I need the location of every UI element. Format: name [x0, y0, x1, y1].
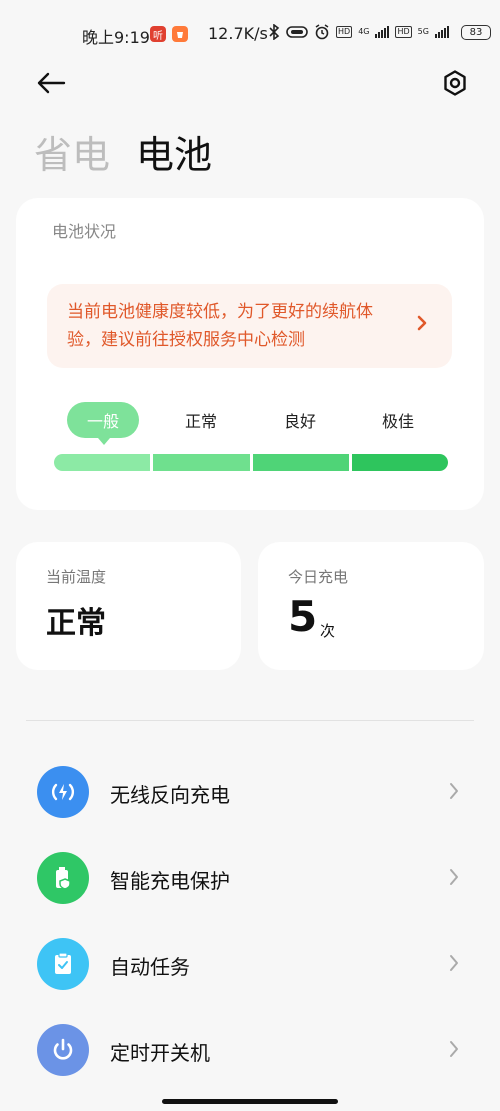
health-level-segment [54, 454, 151, 471]
menu-item-auto-tasks[interactable]: 自动任务 [0, 925, 500, 1005]
health-level-segment [153, 454, 250, 471]
chevron-right-icon [450, 1041, 458, 1057]
home-indicator[interactable] [162, 1099, 338, 1104]
menu-item-label: 智能充电保护 [110, 869, 230, 893]
battery-status-card: 电池状况 当前电池健康度较低，为了更好的续航体验，建议前往授权服务中心检测 一般… [16, 198, 484, 510]
menu-item-label: 自动任务 [110, 955, 190, 979]
health-level-label: 良好 [283, 412, 316, 431]
health-level-labels: 一般 正常 良好 极佳 [54, 402, 448, 438]
battery-health-alert-text: 当前电池健康度较低，为了更好的续航体验，建议前往授权服务中心检测 [67, 302, 373, 350]
health-level-bar [54, 454, 448, 471]
health-level-label: 正常 [184, 412, 217, 431]
status-time: 晚上9:19 [82, 28, 150, 47]
settings-button[interactable] [436, 64, 474, 102]
current-level-pointer [98, 438, 110, 445]
health-level-segment [252, 454, 349, 471]
page-tabs: 省电 电池 [34, 124, 212, 179]
wireless-charging-icon [51, 783, 75, 801]
battery-status-title: 电池状况 [52, 222, 117, 241]
alarm-icon [315, 24, 329, 40]
app-notification-icon: 听 [150, 26, 166, 42]
health-level-label: 极佳 [381, 412, 414, 431]
clipboard-check-icon [55, 952, 71, 974]
hd-icon: HD [395, 26, 412, 38]
menu-item-wireless-reverse-charging[interactable]: 无线反向充电 [0, 753, 500, 833]
menu-item-label: 定时开关机 [110, 1041, 210, 1065]
shopping-notification-icon [172, 26, 188, 42]
tab-battery[interactable]: 电池 [136, 124, 212, 179]
temperature-value: 正常 [46, 606, 106, 641]
charging-count: 5 [288, 592, 318, 641]
menu-icon-bg [37, 766, 89, 818]
chevron-right-icon [450, 869, 458, 885]
chevron-right-icon [450, 955, 458, 971]
gear-icon [444, 70, 466, 96]
nfc-icon [286, 26, 308, 38]
health-level-segment [351, 454, 448, 471]
power-icon [53, 1038, 73, 1060]
hd-icon: HD [336, 26, 353, 38]
back-button[interactable] [30, 66, 72, 100]
menu-item-scheduled-power[interactable]: 定时开关机 [0, 1011, 500, 1091]
chevron-right-icon [450, 783, 458, 799]
tab-power-saving[interactable]: 省电 [34, 124, 110, 179]
signal-icon [434, 26, 449, 38]
network-speed: 12.7K/s [208, 24, 268, 43]
back-arrow-icon [37, 72, 66, 94]
charging-title: 今日充电 [288, 568, 349, 586]
network-type-5g: 5G [417, 27, 429, 36]
network-type-4g: 4G [358, 27, 370, 36]
menu-item-smart-charging-protection[interactable]: 智能充电保护 [0, 839, 500, 919]
menu-item-label: 无线反向充电 [110, 783, 230, 807]
temperature-card: 当前温度 正常 [16, 542, 241, 670]
chevron-right-icon [417, 315, 427, 331]
signal-icon [375, 26, 390, 38]
divider [26, 720, 474, 721]
status-icons: HD 4G HD 5G 83 [268, 24, 491, 40]
battery-health-alert[interactable]: 当前电池健康度较低，为了更好的续航体验，建议前往授权服务中心检测 [47, 284, 452, 368]
menu-icon-bg [37, 1024, 89, 1076]
bluetooth-icon [269, 24, 280, 40]
status-bar: 晚上9:19 听 12.7K/s HD 4G HD 5G 83 [0, 0, 500, 66]
menu-icon-bg [37, 938, 89, 990]
temperature-title: 当前温度 [46, 568, 107, 586]
battery-indicator: 83 [460, 24, 491, 40]
menu-icon-bg [37, 852, 89, 904]
charging-unit: 次 [320, 622, 336, 640]
battery-shield-icon [56, 867, 71, 890]
health-level-current: 一般 [67, 402, 139, 438]
charging-card: 今日充电 5 次 [258, 542, 484, 670]
